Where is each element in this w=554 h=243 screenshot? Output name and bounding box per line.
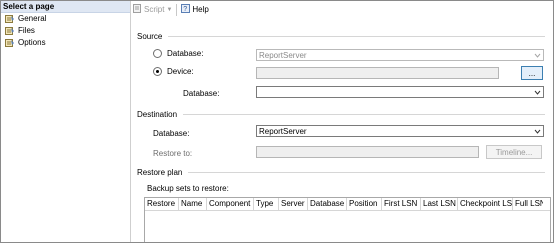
sidebar-item-label: Options [18,38,46,47]
column-header-full-lsn[interactable]: Full LSN [513,198,543,210]
restore-plan-section-header: Restore plan [137,167,545,177]
sidebar-item-files[interactable]: Files [1,25,130,37]
script-button-label: Script [144,5,165,14]
column-header-component[interactable]: Component [207,198,254,210]
timeline-button[interactable]: Timeline... [486,145,542,159]
source-database-value: ReportServer [259,51,307,60]
timeline-button-label: Timeline... [495,147,533,157]
column-header-server[interactable]: Server [279,198,308,210]
sidebar-item-general[interactable]: General [1,13,130,25]
toolbar: Script ▼ ? Help [131,1,553,18]
device-path-field[interactable] [256,67,499,79]
chevron-down-icon: ▼ [166,6,173,13]
source-database-combo[interactable]: ReportServer [256,49,544,61]
sidebar-item-label: General [18,14,47,23]
source-section-label: Source [137,31,163,41]
help-icon: ? [181,4,191,15]
help-button-label: Help [192,5,209,14]
page-content: Source Database: ReportServer Device: ..… [131,18,553,242]
restore-plan-section-label: Restore plan [137,167,183,177]
backup-sets-grid[interactable]: Restore Name Component Type Server Datab… [144,197,551,242]
destination-database-value: ReportServer [259,127,307,136]
column-header-type[interactable]: Type [254,198,279,210]
browse-button[interactable]: ... [521,66,543,80]
page-icon [5,27,15,35]
grid-header-row: Restore Name Component Type Server Datab… [145,198,550,211]
column-header-restore[interactable]: Restore [145,198,179,210]
device-database-combo[interactable] [256,86,544,98]
restore-to-field[interactable] [256,146,479,158]
source-section-header: Source [137,31,545,41]
backup-sets-label: Backup sets to restore: [147,184,229,193]
column-header-name[interactable]: Name [179,198,207,210]
page-selector-panel: Select a page General Files Options [1,1,131,242]
column-header-last-lsn[interactable]: Last LSN [421,198,458,210]
chevron-down-icon [534,89,541,96]
chevron-down-icon [534,52,541,59]
column-header-position[interactable]: Position [347,198,382,210]
column-header-database[interactable]: Database [308,198,347,210]
page-icon [5,15,15,23]
database-radio[interactable] [153,49,162,58]
restore-to-label: Restore to: [153,149,193,158]
device-database-label: Database: [183,89,220,98]
restore-database-dialog: Select a page General Files Options Scri… [0,0,554,243]
column-header-first-lsn[interactable]: First LSN [382,198,421,210]
svg-text:?: ? [184,6,188,13]
destination-database-label: Database: [153,129,190,138]
help-button[interactable]: ? Help [179,3,210,17]
destination-section-header: Destination [137,109,545,119]
destination-database-combo[interactable]: ReportServer [256,125,544,137]
script-button[interactable]: Script ▼ [131,3,174,17]
script-icon [133,4,142,15]
column-header-checkpoint-lsn[interactable]: Checkpoint LSN [458,198,513,210]
device-radio[interactable] [153,67,162,76]
destination-section-label: Destination [137,109,178,119]
chevron-down-icon [534,128,541,135]
device-radio-label: Device: [167,67,194,76]
section-divider [188,171,545,173]
sidebar-item-options[interactable]: Options [1,37,130,49]
toolbar-separator [176,3,178,16]
section-divider [183,113,545,115]
page-icon [5,39,15,47]
sidebar-item-label: Files [18,26,35,35]
section-divider [168,35,545,37]
page-selector-title: Select a page [1,1,130,13]
database-radio-label: Database: [167,49,204,58]
browse-button-label: ... [528,68,536,78]
